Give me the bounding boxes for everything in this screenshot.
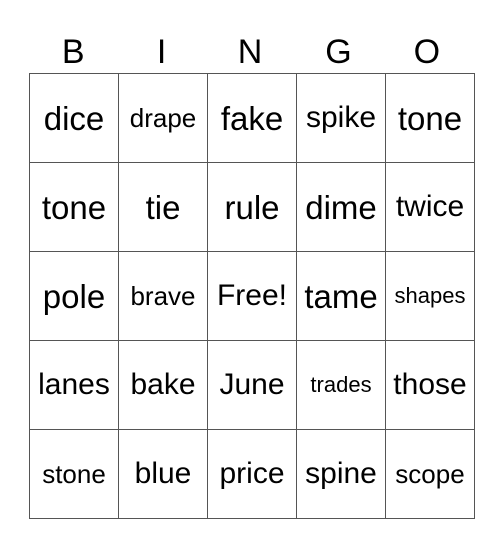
grid-cell[interactable]: tone [29,162,119,252]
header-letter-g: G [325,33,352,71]
grid-cell[interactable]: lanes [29,340,119,430]
grid-cell[interactable]: drape [118,73,208,163]
grid-cell[interactable]: tame [296,251,386,341]
grid-cell[interactable]: bake [118,340,208,430]
header-letter-o: O [413,33,441,71]
grid-cell[interactable]: blue [118,429,208,519]
grid-cell[interactable]: spine [296,429,386,519]
grid-cell[interactable]: dice [29,73,119,163]
grid-cell[interactable]: trades [296,340,386,430]
grid-cell[interactable]: dime [296,162,386,252]
grid-cell[interactable]: tie [118,162,208,252]
grid-cell[interactable]: June [207,340,297,430]
bingo-header: B I N G O [29,30,471,74]
grid-cell[interactable]: tone [385,73,475,163]
grid-cell[interactable]: brave [118,251,208,341]
grid-cell[interactable]: pole [29,251,119,341]
grid-row: dice drape fake spike tone [29,73,475,163]
bingo-grid: dice drape fake spike tone tone tie rule… [29,73,475,519]
grid-row: pole brave Free! tame shapes [29,251,475,341]
grid-cell[interactable]: scope [385,429,475,519]
grid-cell[interactable]: rule [207,162,297,252]
grid-cell[interactable]: price [207,429,297,519]
grid-cell[interactable]: stone [29,429,119,519]
header-letter-b: B [61,33,85,71]
grid-row: lanes bake June trades those [29,340,475,430]
header-letter-n: N [237,33,263,71]
header-letter-i: I [156,33,167,71]
grid-cell[interactable]: those [385,340,475,430]
free-space-cell[interactable]: Free! [207,251,297,341]
grid-cell[interactable]: shapes [385,251,475,341]
grid-cell[interactable]: twice [385,162,475,252]
grid-row: tone tie rule dime twice [29,162,475,252]
grid-cell[interactable]: spike [296,73,386,163]
grid-cell[interactable]: fake [207,73,297,163]
grid-row: stone blue price spine scope [29,429,475,519]
